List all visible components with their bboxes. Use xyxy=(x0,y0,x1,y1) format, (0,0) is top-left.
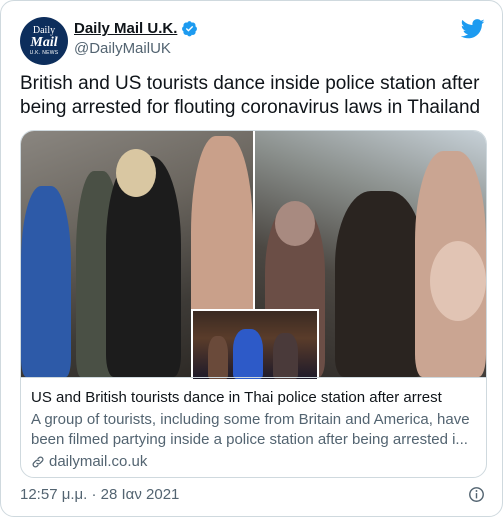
account-name-link[interactable]: Daily Mail U.K. xyxy=(74,20,198,37)
link-domain-row: dailymail.co.uk xyxy=(31,453,147,470)
tweet-text: British and US tourists dance inside pol… xyxy=(20,73,481,118)
tweet-timestamp[interactable]: 12:57 μ.μ. · 28 Ιαν 2021 xyxy=(20,486,179,503)
preview-image-inset xyxy=(191,309,319,381)
link-title: US and British tourists dance in Thai po… xyxy=(31,389,442,406)
link-icon xyxy=(32,456,44,467)
avatar[interactable]: Daily Mail U.K. NEWS xyxy=(20,17,68,65)
tweet-card: Daily Mail U.K. NEWS Daily Mail U.K. @Da… xyxy=(0,0,503,517)
link-preview-card[interactable]: US and British tourists dance in Thai po… xyxy=(20,130,487,478)
avatar-line3: U.K. NEWS xyxy=(29,50,59,56)
account-name: Daily Mail U.K. xyxy=(74,20,178,37)
account-handle[interactable]: @DailyMailUK xyxy=(74,40,171,57)
info-icon[interactable] xyxy=(468,486,485,503)
link-info[interactable]: US and British tourists dance in Thai po… xyxy=(21,377,486,477)
verified-badge-icon xyxy=(182,21,198,37)
link-domain: dailymail.co.uk xyxy=(49,453,148,470)
link-description: A group of tourists, including some from… xyxy=(31,411,470,448)
twitter-bird-icon[interactable] xyxy=(461,19,485,39)
avatar-line2: Mail xyxy=(30,35,58,50)
